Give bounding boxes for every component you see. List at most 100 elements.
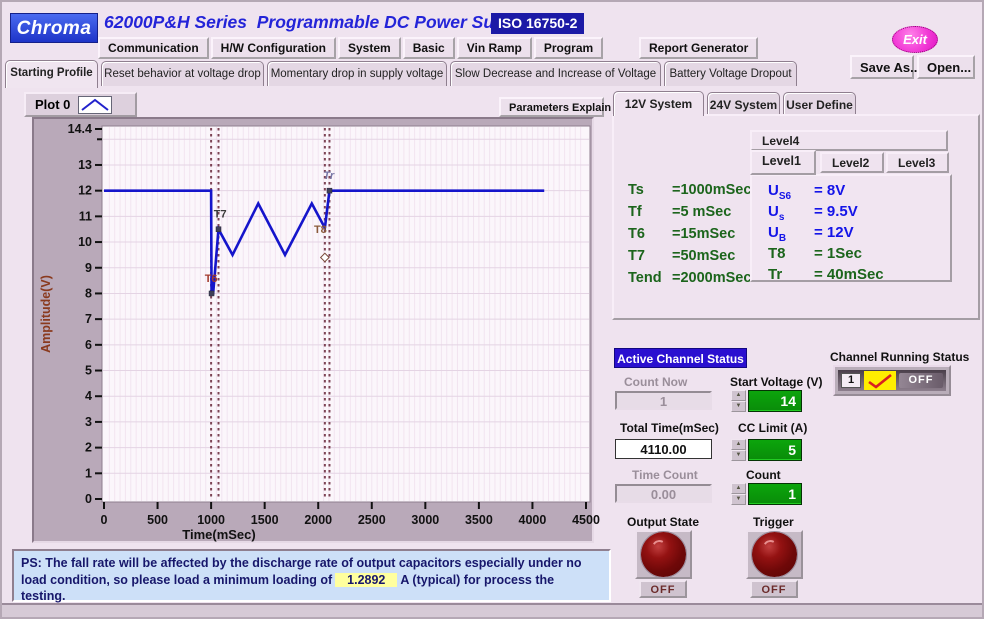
svg-text:T6: T6	[205, 273, 218, 285]
exit-button[interactable]: Exit	[892, 26, 938, 53]
save-as-button[interactable]: Save As...	[850, 55, 914, 79]
tab-24v-system[interactable]: 24V System	[707, 92, 780, 115]
stepper-up-icon[interactable]: ▲	[731, 439, 746, 450]
svg-text:7: 7	[85, 312, 92, 326]
tab-user-define[interactable]: User Define	[783, 92, 856, 115]
active-channel-status-header: Active Channel Status	[614, 348, 747, 368]
svg-text:Tr: Tr	[323, 170, 335, 182]
output-state-off-button[interactable]: OFF	[639, 580, 687, 598]
tab-starting-profile[interactable]: Starting Profile	[5, 60, 98, 88]
hw-configuration-button[interactable]: H/W Configuration	[211, 37, 336, 59]
value-row: Tr= 40mSec	[768, 266, 884, 286]
start-voltage-display[interactable]: 14	[748, 390, 802, 412]
knob-icon	[752, 532, 797, 577]
tab-reset-behavior[interactable]: Reset behavior at voltage drop	[101, 61, 264, 86]
min-loading-value: 1.2892	[335, 573, 397, 587]
output-state-knob[interactable]	[635, 530, 692, 579]
tab-slow-decrease-increase[interactable]: Slow Decrease and Increase of Voltage	[450, 61, 661, 86]
svg-text:2000: 2000	[304, 513, 332, 527]
value-row: UB= 12V	[768, 224, 854, 244]
channel-running-state: OFF	[899, 373, 943, 388]
svg-text:8: 8	[85, 286, 92, 300]
svg-text:12: 12	[78, 184, 92, 198]
svg-text:13: 13	[78, 158, 92, 172]
stepper-up-icon[interactable]: ▲	[731, 390, 746, 401]
channel-number-box: 1	[841, 373, 861, 388]
system-button[interactable]: System	[338, 37, 401, 59]
svg-text:0: 0	[101, 513, 108, 527]
svg-text:3500: 3500	[465, 513, 493, 527]
value-row: T8= 1Sec	[768, 245, 862, 265]
svg-text:1500: 1500	[251, 513, 279, 527]
start-voltage-label: Start Voltage (V)	[730, 375, 822, 389]
time-count-field: 0.00	[615, 484, 712, 503]
channel-running-status-widget[interactable]: 1 OFF	[833, 365, 951, 396]
vin-ramp-button[interactable]: Vin Ramp	[457, 37, 532, 59]
tab-level4[interactable]: Level4	[750, 130, 948, 151]
start-voltage-control: ▲▼ 14	[731, 390, 802, 412]
tab-level3[interactable]: Level3	[886, 152, 949, 173]
start-voltage-stepper[interactable]: ▲▼	[731, 390, 746, 412]
svg-text:1000: 1000	[197, 513, 225, 527]
svg-text:2500: 2500	[358, 513, 386, 527]
timing-row: T7=50mSec	[628, 248, 735, 264]
timing-row: Ts=1000mSec	[628, 182, 751, 198]
svg-text:5: 5	[85, 364, 92, 378]
count-label: Count	[746, 468, 781, 482]
timing-row: Tf=5 mSec	[628, 204, 731, 220]
trigger-knob[interactable]	[746, 530, 803, 579]
cc-limit-label: CC Limit (A)	[738, 421, 807, 435]
value-row: Us= 9.5V	[768, 203, 858, 223]
trigger-off-button[interactable]: OFF	[750, 580, 798, 598]
svg-text:14.4: 14.4	[68, 122, 92, 136]
app-title: 62000P&H Series Programmable DC Power Su…	[104, 12, 530, 33]
count-control: ▲▼ 1	[731, 483, 802, 505]
report-generator-button[interactable]: Report Generator	[639, 37, 758, 59]
svg-text:6: 6	[85, 338, 92, 352]
window-bottom-frame	[2, 603, 982, 619]
svg-text:T8: T8	[314, 224, 327, 236]
total-time-label: Total Time(mSec)	[620, 421, 719, 435]
open-button[interactable]: Open...	[917, 55, 975, 79]
count-display[interactable]: 1	[748, 483, 802, 505]
stepper-up-icon[interactable]: ▲	[731, 483, 746, 494]
tab-momentary-drop[interactable]: Momentary drop in supply voltage	[267, 61, 447, 86]
time-count-label: Time Count	[632, 468, 698, 482]
system-parameters-panel: Ts=1000mSec Tf=5 mSec T6=15mSec T7=50mSe…	[612, 114, 980, 320]
svg-text:10: 10	[78, 235, 92, 249]
waveform-plot-panel[interactable]: T6T7T8Tr05001000150020002500300035004000…	[32, 117, 594, 543]
chroma-logo: Chroma	[10, 13, 98, 43]
total-time-field[interactable]: 4110.00	[615, 439, 712, 459]
tab-level1[interactable]: Level1	[750, 150, 816, 175]
program-button[interactable]: Program	[534, 37, 603, 59]
parameters-explain-button[interactable]: Parameters Explain	[499, 97, 604, 117]
communication-button[interactable]: Communication	[98, 37, 209, 59]
level1-values-panel: US6= 8V Us= 9.5V UB= 12V T8= 1Sec Tr= 40…	[750, 174, 952, 282]
svg-text:1: 1	[85, 466, 92, 480]
cc-limit-stepper[interactable]: ▲▼	[731, 439, 746, 461]
svg-text:Time(mSec): Time(mSec)	[182, 527, 255, 542]
stepper-down-icon[interactable]: ▼	[731, 401, 746, 412]
value-row: US6= 8V	[768, 182, 845, 202]
svg-text:500: 500	[147, 513, 168, 527]
knob-icon	[641, 532, 686, 577]
cc-limit-control: ▲▼ 5	[731, 439, 802, 461]
check-icon	[867, 373, 893, 389]
svg-text:3000: 3000	[411, 513, 439, 527]
tab-12v-system[interactable]: 12V System	[613, 91, 704, 116]
svg-text:Amplitude(V): Amplitude(V)	[39, 275, 53, 353]
plot-line-style-swatch[interactable]	[78, 96, 112, 114]
stepper-down-icon[interactable]: ▼	[731, 494, 746, 505]
line-style-icon	[80, 97, 110, 113]
channel-running-status-label: Channel Running Status	[830, 350, 969, 364]
tab-battery-voltage-dropout[interactable]: Battery Voltage Dropout	[664, 61, 797, 86]
channel-checkbox[interactable]	[864, 371, 896, 390]
cc-limit-display[interactable]: 5	[748, 439, 802, 461]
basic-button[interactable]: Basic	[403, 37, 455, 59]
tab-level2[interactable]: Level2	[820, 152, 884, 173]
count-stepper[interactable]: ▲▼	[731, 483, 746, 505]
stepper-down-icon[interactable]: ▼	[731, 450, 746, 461]
iso-standard-badge: ISO 16750-2	[491, 13, 584, 34]
ps-note: PS: The fall rate will be affected by th…	[12, 549, 611, 602]
count-now-field: 1	[615, 391, 712, 410]
